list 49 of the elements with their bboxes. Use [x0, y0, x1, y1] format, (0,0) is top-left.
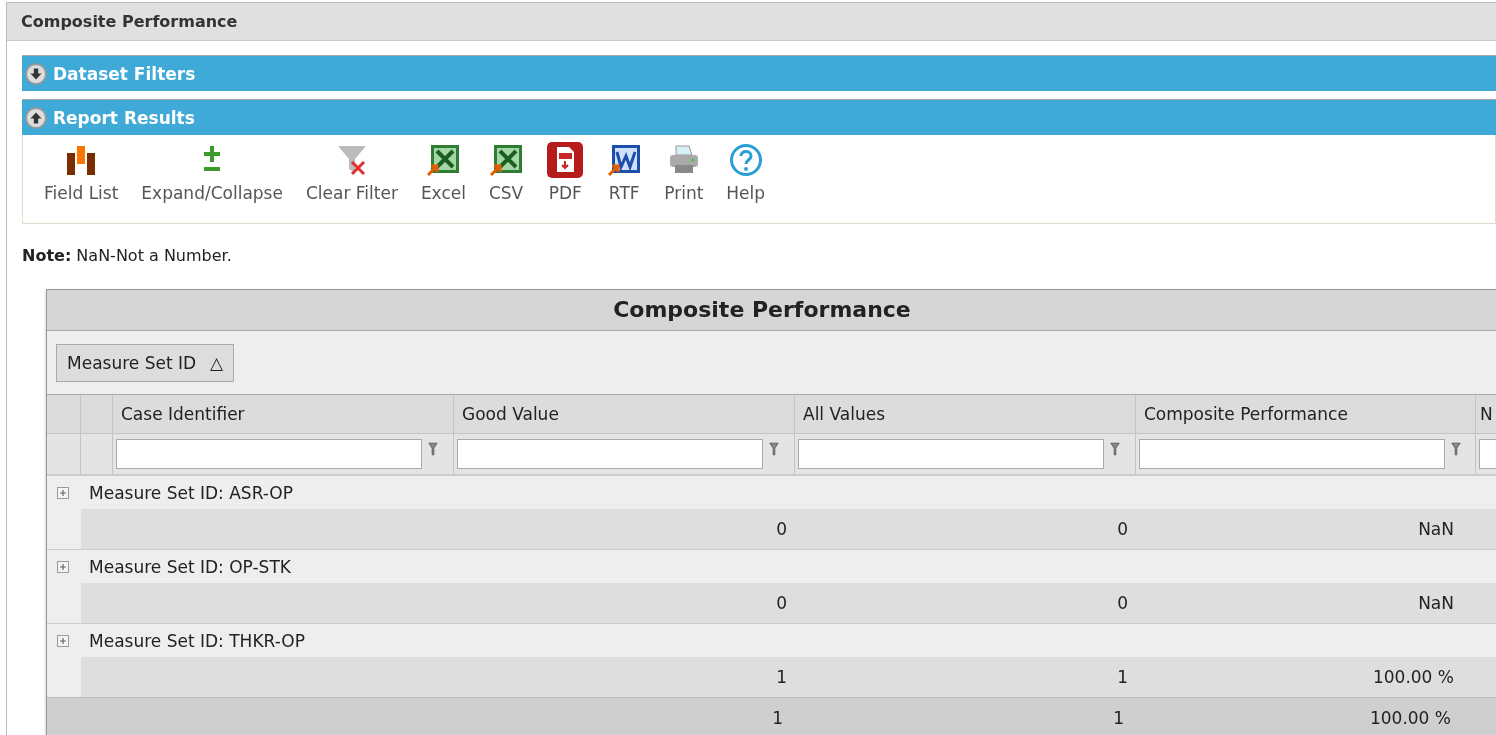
column-header[interactable]: All Values	[795, 395, 1136, 433]
toolbar-button[interactable]: CSV	[481, 143, 531, 203]
toolbar-button[interactable]: Clear Filter	[298, 143, 405, 203]
filter-input[interactable]	[798, 439, 1104, 469]
filter-icon[interactable]	[1110, 441, 1120, 457]
table-cell-text: 0	[775, 518, 788, 541]
table-cell-text: 1	[1116, 666, 1129, 689]
toolbar-button[interactable]: Excel	[413, 143, 473, 203]
filter-icon[interactable]	[1451, 441, 1461, 457]
toolbar-button[interactable]: Field List	[37, 143, 126, 203]
table-cell-text: 100.00 %	[1371, 666, 1455, 689]
group-label: Measure Set ID: OP-STK	[89, 556, 291, 577]
filter-icon[interactable]	[769, 441, 779, 457]
group-by-button[interactable]: Measure Set ID △	[56, 343, 235, 382]
column-header[interactable]: N	[1476, 395, 1496, 433]
table-cell-text: 1	[775, 666, 788, 689]
plus-box-icon[interactable]	[57, 560, 69, 573]
table-title: Composite Performance	[47, 290, 1496, 331]
toolbar-button[interactable]: Help	[719, 143, 773, 203]
table-cell-text: 0	[1116, 592, 1129, 615]
group-label: Measure Set ID: ASR-OP	[89, 482, 293, 503]
help-icon	[728, 143, 763, 177]
spreadsheet-export-icon	[426, 143, 461, 177]
table-cell-text: 0	[775, 592, 788, 615]
column-header[interactable]: Case Identifier	[113, 395, 454, 433]
word-document-icon	[607, 143, 642, 177]
spreadsheet-export-icon	[489, 143, 524, 177]
table-cell-text: NaN	[1417, 518, 1455, 541]
toolbar-button[interactable]: Expand/Collapse	[134, 143, 290, 203]
table-cell-text: NaN	[1417, 592, 1455, 615]
toolbar-button[interactable]: RTF	[600, 143, 649, 203]
toolbar-button[interactable]: PDF	[539, 143, 592, 203]
table-cell-text: 0	[1116, 518, 1129, 541]
total-cell-text: 1	[771, 707, 784, 730]
toolbar-button[interactable]: Print	[657, 143, 711, 203]
filter-input[interactable]	[457, 439, 763, 469]
filter-input[interactable]	[116, 439, 422, 469]
total-cell-text: 1	[1112, 707, 1125, 730]
pdf-file-icon	[546, 141, 585, 179]
group-label: Measure Set ID: THKR-OP	[89, 630, 305, 651]
plus-box-icon[interactable]	[57, 634, 69, 647]
filter-icon[interactable]	[428, 441, 438, 457]
note-text: Note: NaN-Not a Number.	[22, 246, 233, 265]
plus-box-icon[interactable]	[57, 486, 69, 499]
column-header[interactable]: Composite Performance	[1136, 395, 1476, 433]
panel-title: Composite Performance	[21, 12, 238, 31]
column-header[interactable]: Good Value	[454, 395, 795, 433]
total-cell-text: 100.00 %	[1368, 707, 1452, 730]
filter-input[interactable]	[1139, 439, 1445, 469]
